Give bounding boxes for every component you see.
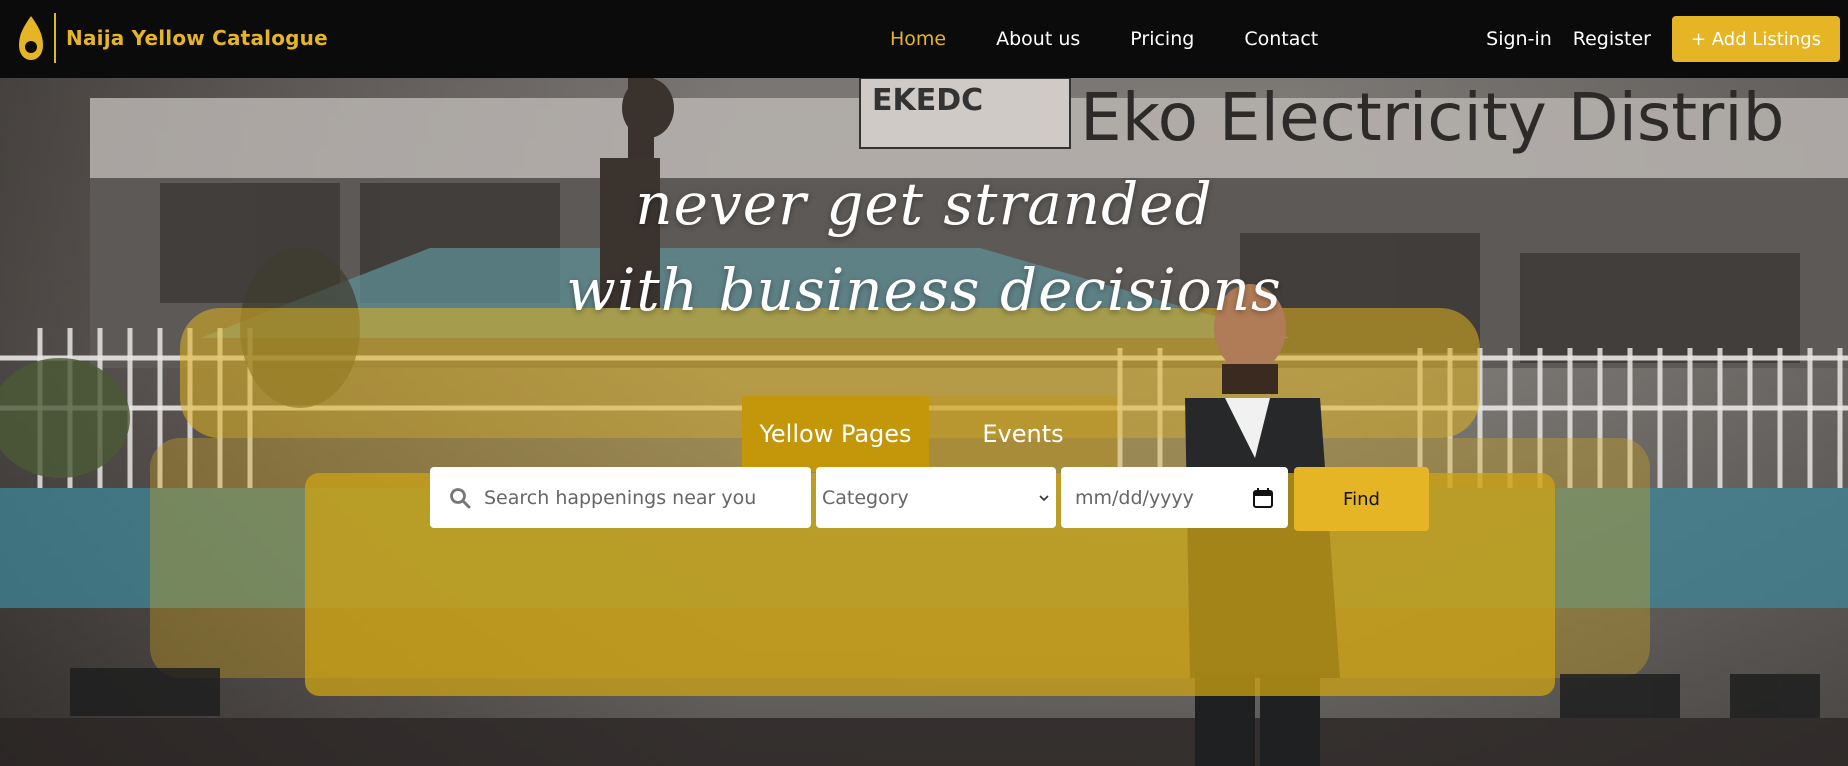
register-link[interactable]: Register xyxy=(1573,28,1651,50)
location-pin-icon xyxy=(19,16,43,60)
tab-events[interactable]: Events xyxy=(929,396,1117,472)
calendar-icon[interactable] xyxy=(1252,487,1274,509)
hero-section: EKEDC Eko Electricity Distrib never get … xyxy=(0,78,1848,766)
category-select[interactable]: Category xyxy=(816,467,1056,528)
navbar: Naija Yellow Catalogue Home About us Pri… xyxy=(0,0,1848,78)
category-selected-value: Category xyxy=(822,486,909,509)
brand-divider xyxy=(54,13,56,63)
sign-logo-text: EKEDC xyxy=(872,83,983,118)
add-listings-button[interactable]: + Add Listings xyxy=(1672,16,1840,62)
search-tabs: Yellow Pages Events xyxy=(742,396,1117,472)
brand-name: Naija Yellow Catalogue xyxy=(66,26,328,50)
hero-tagline-line1: never get stranded xyxy=(635,170,1213,238)
tab-yellow-pages[interactable]: Yellow Pages xyxy=(742,396,929,472)
nav-link-pricing[interactable]: Pricing xyxy=(1130,28,1194,50)
auth-actions: Sign-in Register + Add Listings xyxy=(1486,16,1840,62)
brand-logo[interactable]: Naija Yellow Catalogue xyxy=(16,12,328,64)
nav-link-about[interactable]: About us xyxy=(996,28,1080,50)
date-placeholder: mm/dd/yyyy xyxy=(1075,486,1194,509)
find-button[interactable]: Find xyxy=(1294,467,1429,531)
search-icon xyxy=(450,487,471,508)
date-input[interactable]: mm/dd/yyyy xyxy=(1061,467,1288,528)
hero-tagline-line2: with business decisions xyxy=(566,256,1282,324)
search-input[interactable] xyxy=(484,486,804,509)
search-field[interactable] xyxy=(430,467,811,528)
chevron-down-icon xyxy=(1039,494,1049,501)
signin-link[interactable]: Sign-in xyxy=(1486,28,1552,50)
nav-link-home[interactable]: Home xyxy=(890,28,946,50)
sign-building-text: Eko Electricity Distrib xyxy=(1080,79,1785,156)
main-nav: Home About us Pricing Contact xyxy=(890,0,1368,78)
nav-link-contact[interactable]: Contact xyxy=(1244,28,1318,50)
